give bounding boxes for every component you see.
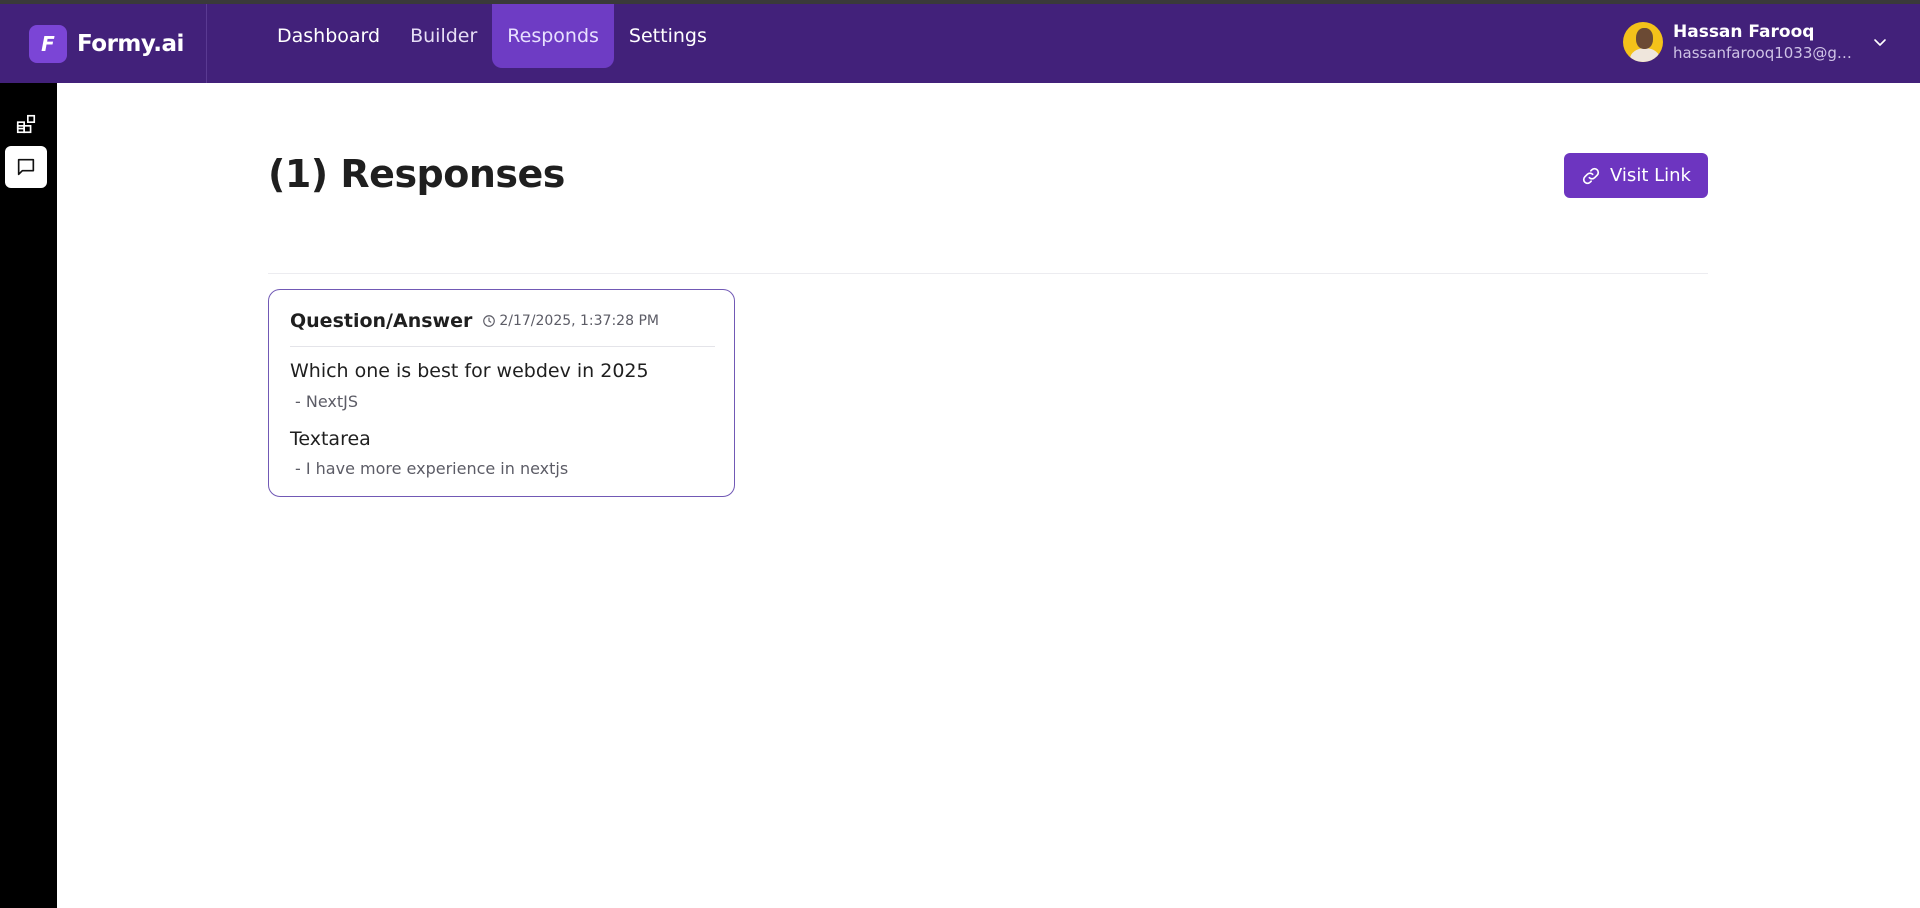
answer-text: - I have more experience in nextjs [295, 459, 569, 478]
response-card-title: Question/Answer [290, 310, 473, 332]
visit-link-label: Visit Link [1610, 165, 1691, 186]
section-divider [268, 273, 1708, 274]
user-email: hassanfarooq1033@gmail.com [1673, 44, 1861, 62]
message-square-icon [17, 158, 35, 176]
brand-name: Formy.ai [77, 31, 184, 57]
chevron-down-icon[interactable] [1873, 38, 1887, 48]
nav-dashboard[interactable]: Dashboard [262, 4, 395, 68]
answer-text: - NextJS [295, 392, 359, 411]
avatar [1623, 22, 1663, 62]
question-text: Which one is best for webdev in 2025 [290, 360, 649, 382]
sidebar-item-responses[interactable] [5, 146, 47, 188]
visit-link-button[interactable]: Visit Link [1564, 153, 1708, 198]
user-name: Hassan Farooq [1673, 22, 1815, 42]
nav-responds[interactable]: Responds [492, 4, 614, 68]
response-timestamp: 2/17/2025, 1:37:28 PM [482, 313, 659, 329]
header-divider [206, 4, 207, 83]
nav-builder[interactable]: Builder [395, 4, 492, 68]
clock-icon [483, 315, 496, 327]
nav-settings[interactable]: Settings [614, 4, 722, 68]
brand[interactable]: F Formy.ai [29, 25, 184, 63]
blocks-icon [16, 114, 36, 134]
card-divider [290, 346, 715, 347]
response-card-header: Question/Answer 2/17/2025, 1:37:28 PM [290, 310, 659, 332]
main-nav: Dashboard Builder Responds Settings [262, 4, 722, 68]
user-info: Hassan Farooq hassanfarooq1033@gmail.com [1673, 21, 1861, 63]
response-card: Question/Answer 2/17/2025, 1:37:28 PM Wh… [268, 289, 735, 497]
page-title: (1) Responses [268, 152, 565, 196]
sidebar [0, 83, 57, 908]
user-menu[interactable]: Hassan Farooq hassanfarooq1033@gmail.com [1623, 21, 1861, 63]
brand-logo: F [29, 25, 67, 63]
timestamp-text: 2/17/2025, 1:37:28 PM [499, 313, 659, 329]
sidebar-item-builder[interactable] [5, 103, 47, 145]
top-navbar: F Formy.ai Dashboard Builder Responds Se… [0, 4, 1920, 83]
link-icon [1582, 167, 1600, 184]
question-text: Textarea [290, 428, 371, 450]
